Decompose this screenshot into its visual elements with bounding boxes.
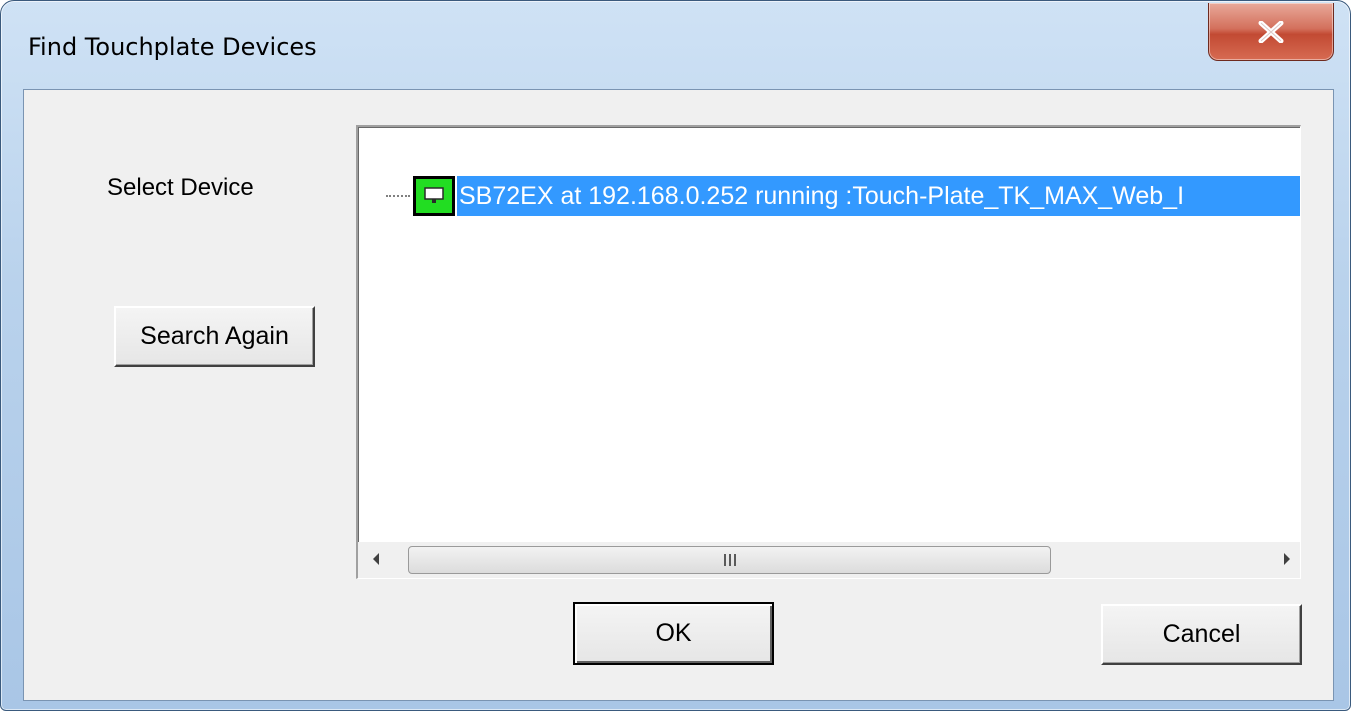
grip-icon: [723, 554, 736, 566]
close-button[interactable]: [1208, 3, 1334, 61]
ok-button[interactable]: OK: [573, 602, 774, 665]
device-list-item[interactable]: SB72EX at 192.168.0.252 running :Touch-P…: [358, 175, 1300, 216]
tree-connector: [386, 195, 410, 197]
window-title: Find Touchplate Devices: [28, 33, 317, 61]
search-again-button[interactable]: Search Again: [114, 306, 315, 367]
dialog-window: Find Touchplate Devices Select Device Se…: [0, 0, 1351, 711]
scroll-right-icon[interactable]: [1282, 552, 1292, 566]
device-tree[interactable]: SB72EX at 192.168.0.252 running :Touch-P…: [356, 125, 1301, 579]
dialog-client-area: Select Device Search Again SB72EX at 192…: [23, 89, 1334, 701]
close-icon: [1258, 20, 1284, 43]
scroll-thumb[interactable]: [408, 546, 1051, 574]
device-entry-text[interactable]: SB72EX at 192.168.0.252 running :Touch-P…: [457, 176, 1300, 216]
cancel-button[interactable]: Cancel: [1101, 604, 1302, 665]
scroll-left-icon[interactable]: [371, 552, 381, 566]
horizontal-scrollbar[interactable]: [358, 542, 1300, 578]
select-device-label: Select Device: [107, 174, 254, 201]
network-device-icon: [413, 176, 455, 216]
